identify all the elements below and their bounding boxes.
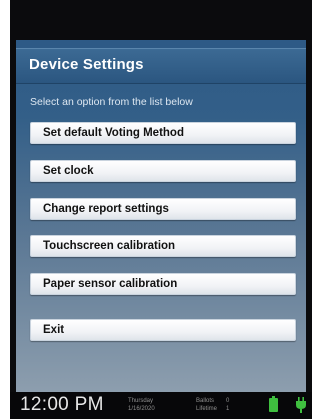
status-bar: 12:00 PM Thursday 1/16/2020 Ballots 0 Li… xyxy=(10,392,312,419)
exit-button[interactable]: Exit xyxy=(30,319,296,341)
button-label: Paper sensor calibration xyxy=(43,278,178,290)
lifetime-count: 1 xyxy=(226,406,230,412)
settings-screen: Device Settings Select an option from th… xyxy=(16,40,306,392)
ballots-count: 0 xyxy=(226,398,230,404)
button-label: Set clock xyxy=(43,165,94,177)
ballots-label: Ballots xyxy=(196,398,215,404)
set-default-voting-method-button[interactable]: Set default Voting Method xyxy=(30,122,296,144)
set-clock-button[interactable]: Set clock xyxy=(30,160,296,182)
battery-icon xyxy=(269,396,278,412)
device-frame: Device Settings Select an option from th… xyxy=(10,0,312,419)
status-day: Thursday xyxy=(128,398,154,404)
button-label: Exit xyxy=(43,324,65,336)
page-header: Device Settings xyxy=(16,48,306,84)
button-label: Touchscreen calibration xyxy=(43,240,176,252)
instruction-text: Select an option from the list below xyxy=(30,96,193,108)
page-title: Device Settings xyxy=(29,56,144,73)
paper-sensor-calibration-button[interactable]: Paper sensor calibration xyxy=(30,273,296,295)
status-date: 1/16/2020 xyxy=(128,406,155,412)
button-label: Change report settings xyxy=(43,203,169,215)
lifetime-label: Lifetime xyxy=(196,406,218,412)
power-plug-icon xyxy=(296,397,306,413)
touchscreen-calibration-button[interactable]: Touchscreen calibration xyxy=(30,235,296,257)
change-report-settings-button[interactable]: Change report settings xyxy=(30,198,296,220)
button-label: Set default Voting Method xyxy=(43,127,184,139)
clock-time: 12:00 PM xyxy=(20,394,104,415)
